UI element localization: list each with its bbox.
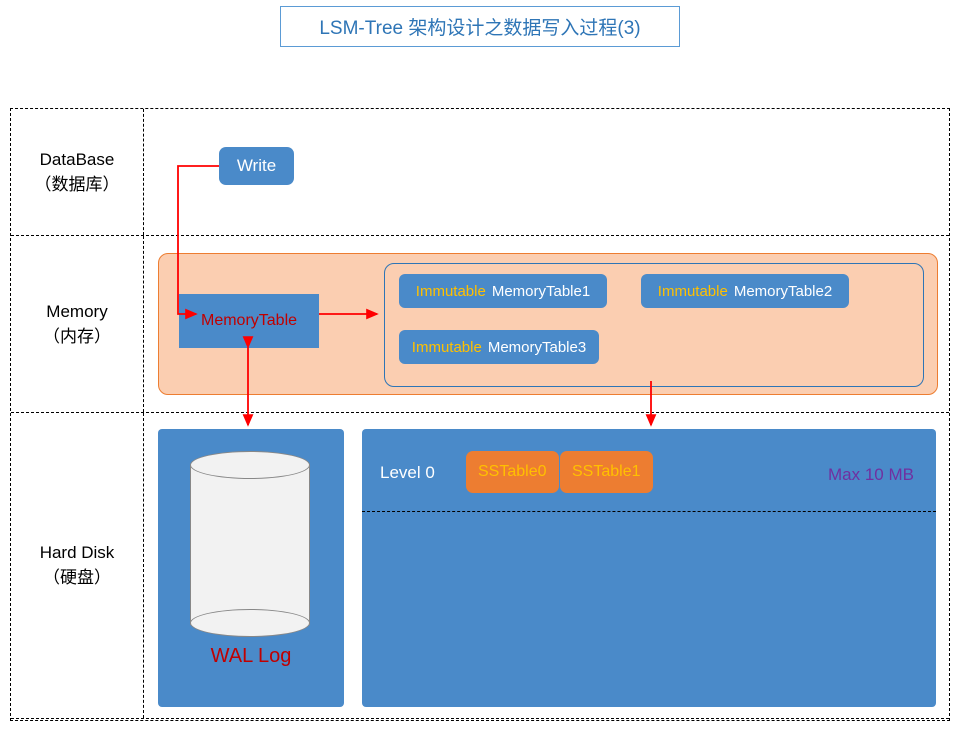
imm2-text: MemoryTable2: [734, 283, 832, 300]
imm1-text: MemoryTable1: [492, 283, 590, 300]
memory-table-block: MemoryTable: [179, 294, 319, 348]
memory-row: Memory （内存） MemoryTable Immutable Memory…: [11, 236, 949, 413]
database-label: DataBase （数据库）: [11, 109, 144, 235]
level-container: Level 0 SSTable0 SSTable1 Max 10 MB: [362, 429, 936, 707]
sstable0-block: SSTable0: [466, 451, 559, 493]
memory-label: Memory （内存）: [11, 236, 144, 412]
immutable-container: Immutable MemoryTable1 Immutable MemoryT…: [384, 263, 924, 387]
diagram-title: LSM-Tree 架构设计之数据写入过程(3): [280, 6, 680, 47]
max-size-label: Max 10 MB: [828, 465, 914, 485]
imm3-text: MemoryTable3: [488, 339, 586, 356]
harddisk-row: Hard Disk （硬盘） WAL Log Level 0 SSTable0 …: [11, 413, 949, 719]
database-content: Write: [144, 109, 949, 235]
immutable-keyword: Immutable: [658, 283, 728, 300]
harddisk-label: Hard Disk （硬盘）: [11, 413, 144, 718]
immutable-memorytable1: Immutable MemoryTable1: [399, 274, 607, 308]
database-row: DataBase （数据库） Write: [11, 109, 949, 236]
immutable-keyword: Immutable: [412, 339, 482, 356]
level-divider: [362, 511, 936, 512]
cylinder-icon: [190, 451, 310, 637]
diagram-container: DataBase （数据库） Write Memory （内存） MemoryT…: [10, 108, 950, 721]
immutable-memorytable2: Immutable MemoryTable2: [641, 274, 849, 308]
wal-log-label: WAL Log: [158, 645, 344, 668]
level0-label: Level 0: [380, 463, 435, 483]
memory-content: MemoryTable Immutable MemoryTable1 Immut…: [144, 236, 949, 412]
memory-container: MemoryTable Immutable MemoryTable1 Immut…: [158, 253, 938, 395]
immutable-memorytable3: Immutable MemoryTable3: [399, 330, 599, 364]
write-block: Write: [219, 147, 294, 185]
sstable1-block: SSTable1: [560, 451, 653, 493]
immutable-keyword: Immutable: [416, 283, 486, 300]
harddisk-content: WAL Log Level 0 SSTable0 SSTable1 Max 10…: [144, 413, 949, 718]
wal-container: WAL Log: [158, 429, 344, 707]
